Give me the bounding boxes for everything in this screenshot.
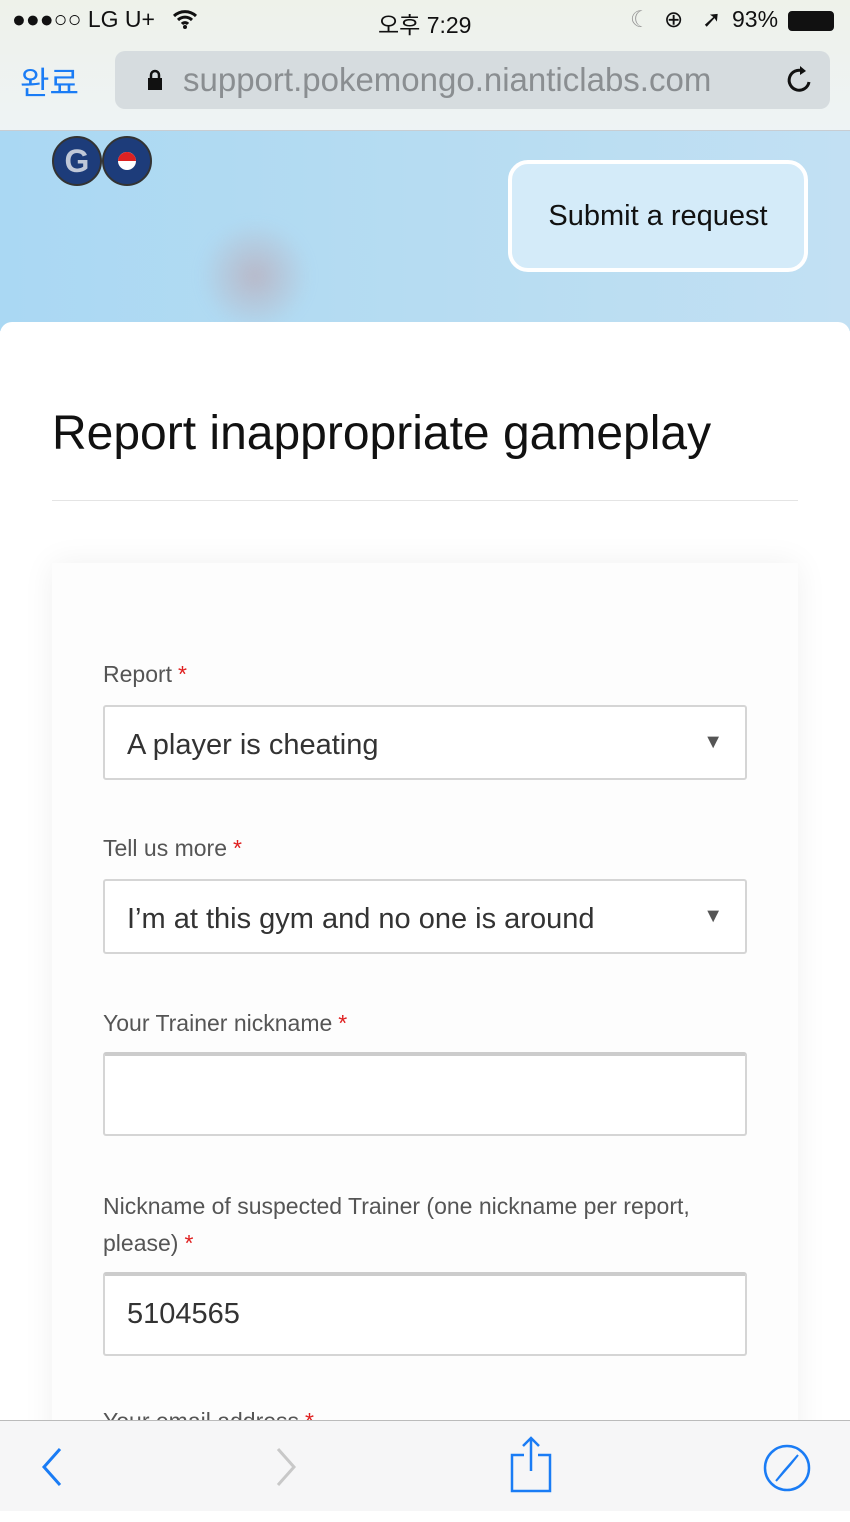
lock-icon — [148, 69, 162, 90]
report-label: Report * — [103, 661, 187, 687]
url-text: support.pokemongo.nianticlabs.com — [183, 61, 712, 98]
rotation-lock-icon: ⊕ — [664, 6, 684, 32]
battery-percent: 93% — [732, 6, 779, 32]
browser-chrome: ●●●○○ LG U+ 오후 7:29 ☾ ⊕ ➚ 93% 완료 support… — [0, 0, 850, 131]
trainer-nickname-input[interactable] — [103, 1052, 747, 1136]
clock: 오후 7:29 — [378, 12, 472, 38]
moon-icon: ☾ — [630, 6, 651, 32]
page-title: Report inappropriate gameplay — [52, 407, 712, 460]
submit-request-button[interactable]: Submit a request — [508, 160, 808, 272]
divider — [52, 500, 798, 501]
report-select[interactable]: A player is cheating ▼ — [103, 705, 747, 780]
done-button[interactable]: 완료 — [20, 58, 79, 104]
suspect-nickname-label: Nickname of suspected Trainer (one nickn… — [103, 1193, 690, 1256]
svg-text:G: G — [65, 143, 90, 179]
header-banner: G Submit a request — [0, 131, 850, 331]
back-icon[interactable] — [38, 1447, 68, 1487]
tell-us-more-select[interactable]: I’m at this gym and no one is around ▼ — [103, 879, 747, 954]
forward-icon[interactable] — [270, 1447, 300, 1487]
suspect-nickname-input[interactable]: 5104565 — [103, 1272, 747, 1356]
tell-us-more-label: Tell us more * — [103, 835, 242, 861]
dropdown-arrow-icon: ▼ — [703, 905, 723, 927]
battery-icon — [788, 11, 834, 31]
trainer-nickname-label: Your Trainer nickname * — [103, 1010, 348, 1036]
address-bar[interactable]: support.pokemongo.nianticlabs.com — [115, 51, 830, 109]
pokemon-go-logo[interactable]: G — [52, 136, 152, 186]
reload-icon[interactable] — [785, 64, 815, 96]
browser-toolbar — [0, 1420, 850, 1511]
safari-compass-icon[interactable] — [762, 1443, 812, 1493]
wifi-icon — [172, 10, 198, 29]
dropdown-arrow-icon: ▼ — [703, 731, 723, 753]
carrier: ●●●○○ LG U+ — [12, 6, 155, 32]
location-icon: ➚ — [702, 6, 722, 32]
share-icon[interactable] — [508, 1435, 554, 1493]
